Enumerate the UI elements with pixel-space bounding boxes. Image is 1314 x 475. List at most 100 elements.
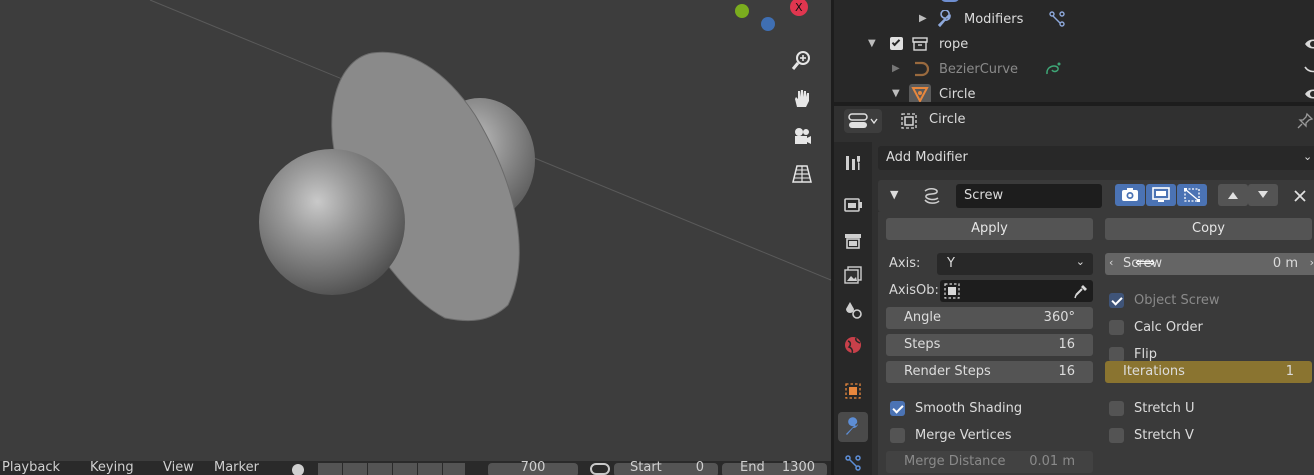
- outliner-row-modifiers[interactable]: ▶ Modifiers: [834, 7, 1314, 32]
- jump-end-icon[interactable]: [443, 463, 465, 475]
- play-reverse-icon[interactable]: [368, 463, 392, 475]
- start-label: Start: [630, 461, 662, 475]
- include-checkbox[interactable]: [890, 37, 903, 50]
- jump-start-icon[interactable]: [318, 463, 342, 475]
- merge-distance-field[interactable]: Merge Distance 0.01 m: [886, 451, 1093, 473]
- outliner-row-circle[interactable]: ▼ Circle: [834, 82, 1314, 102]
- curve-data-icon: [1046, 62, 1061, 75]
- pin-icon[interactable]: [1296, 112, 1314, 130]
- flip-checkbox[interactable]: [1109, 347, 1124, 362]
- collapse-arrow-icon[interactable]: ▼: [868, 38, 876, 49]
- copy-button[interactable]: Copy: [1105, 218, 1312, 240]
- chevron-down-icon: ⌄: [1303, 150, 1313, 163]
- iterations-label: Iterations: [1123, 364, 1185, 379]
- viewport-toggle[interactable]: [1146, 184, 1176, 206]
- object-name-label: Circle: [929, 112, 966, 127]
- curve-icon: [915, 61, 930, 77]
- render-steps-value: 16: [1058, 364, 1075, 379]
- record-icon[interactable]: [292, 464, 304, 475]
- modifier-name-field[interactable]: Screw: [956, 184, 1102, 208]
- axis-object-field[interactable]: [940, 280, 1093, 302]
- expand-arrow-icon[interactable]: ▶: [892, 63, 900, 74]
- edit-mode-toggle[interactable]: [1115, 184, 1145, 206]
- modifier-body: Apply Copy Axis: Y ⌄ AxisOb: Angle 360° …: [878, 212, 1314, 475]
- editor-type-button[interactable]: [844, 109, 882, 133]
- next-keyframe-icon[interactable]: [418, 463, 442, 475]
- tab-tool[interactable]: [838, 148, 868, 178]
- properties-editor: Circle Add Modifier ⌄ ▼ Screw Apply Copy…: [834, 106, 1314, 475]
- outliner-label-modifiers: Modifiers: [964, 12, 1024, 27]
- render-toggle[interactable]: [1177, 184, 1207, 206]
- apply-button[interactable]: Apply: [886, 218, 1093, 240]
- axis-dropdown[interactable]: Y ⌄: [937, 253, 1093, 275]
- tab-scene[interactable]: [838, 295, 868, 325]
- flip-label: Flip: [1134, 347, 1157, 362]
- start-value: 0: [695, 461, 704, 475]
- close-icon[interactable]: [1293, 189, 1307, 203]
- decrement-arrow-icon[interactable]: ‹: [1109, 252, 1113, 274]
- collapse-arrow-icon[interactable]: ▼: [890, 188, 898, 201]
- calc-order-checkbox[interactable]: [1109, 320, 1124, 335]
- eye-closed-icon[interactable]: [1304, 60, 1314, 78]
- calc-order-label: Calc Order: [1134, 320, 1203, 335]
- menu-view[interactable]: View: [163, 461, 194, 475]
- steps-label: Steps: [904, 337, 941, 352]
- iterations-field[interactable]: Iterations 1: [1105, 361, 1312, 383]
- move-up-button[interactable]: [1218, 184, 1248, 206]
- grid-perspective-icon[interactable]: [786, 158, 818, 190]
- tab-world[interactable]: [838, 330, 868, 360]
- start-frame-field[interactable]: Start 0: [614, 461, 718, 475]
- render-icon: [844, 198, 862, 212]
- iterations-value: 1: [1285, 364, 1294, 379]
- stretch-v-checkbox[interactable]: [1109, 428, 1124, 443]
- 3d-viewport[interactable]: X: [0, 0, 831, 475]
- tab-view-layer[interactable]: [838, 260, 868, 290]
- screw-offset-field[interactable]: ‹ Screw 0 m › ⟺: [1105, 253, 1314, 275]
- outliner-row-rope[interactable]: ▼ rope: [834, 32, 1314, 57]
- outliner: ▶ Modifiers ▼ rope ▶ BezierCurve ▼ Circl…: [834, 0, 1314, 102]
- end-value: 1300: [781, 461, 815, 475]
- world-icon: [845, 337, 861, 354]
- axis-label: Axis:: [889, 256, 921, 271]
- collapse-arrow-icon[interactable]: ▼: [892, 88, 900, 99]
- end-frame-field[interactable]: End 1300: [722, 461, 827, 475]
- wrench-icon: [846, 417, 858, 435]
- tab-output[interactable]: [838, 226, 868, 256]
- tab-modifiers[interactable]: [838, 412, 868, 442]
- play-icon[interactable]: [393, 463, 417, 475]
- steps-field[interactable]: Steps 16: [886, 334, 1093, 356]
- menu-playback[interactable]: Playback: [2, 461, 60, 475]
- stopwatch-icon[interactable]: [590, 463, 610, 475]
- tab-particles[interactable]: [838, 448, 868, 475]
- object-screw-checkbox[interactable]: [1109, 293, 1124, 308]
- tab-object[interactable]: [838, 376, 868, 406]
- move-down-button[interactable]: [1248, 184, 1278, 206]
- smooth-shading-checkbox[interactable]: [890, 401, 905, 416]
- merge-vertices-checkbox[interactable]: [890, 428, 905, 443]
- angle-field[interactable]: Angle 360°: [886, 307, 1093, 329]
- tab-render[interactable]: [838, 190, 868, 220]
- expand-arrow-icon[interactable]: ▶: [919, 13, 927, 24]
- menu-keying[interactable]: Keying: [90, 461, 134, 475]
- steps-value: 16: [1058, 337, 1075, 352]
- menu-marker[interactable]: Marker: [214, 461, 259, 475]
- prev-keyframe-icon[interactable]: [343, 463, 367, 475]
- add-modifier-dropdown[interactable]: Add Modifier ⌄: [878, 146, 1314, 170]
- render-steps-field[interactable]: Render Steps 16: [886, 361, 1093, 383]
- outliner-row-beziercurve[interactable]: ▶ BezierCurve: [834, 57, 1314, 82]
- stretch-u-checkbox[interactable]: [1109, 401, 1124, 416]
- increment-arrow-icon[interactable]: ›: [1310, 252, 1314, 274]
- zoom-icon[interactable]: [786, 44, 818, 76]
- camera-icon[interactable]: [786, 120, 818, 152]
- stretch-v-label: Stretch V: [1134, 428, 1194, 443]
- eye-icon[interactable]: [1304, 35, 1314, 53]
- current-frame-field[interactable]: 700: [488, 461, 578, 475]
- 3d-scene: X: [149, 0, 831, 322]
- eyedropper-icon[interactable]: [1073, 283, 1089, 299]
- properties-header: Circle: [834, 106, 1314, 136]
- eye-icon[interactable]: [1304, 85, 1314, 102]
- hand-pan-icon[interactable]: [786, 82, 818, 114]
- modifier-panel: Add Modifier ⌄ ▼ Screw Apply Copy Axis:: [878, 142, 1314, 475]
- axis-value: Y: [947, 256, 955, 271]
- chevron-down-icon: ⌄: [1075, 255, 1085, 268]
